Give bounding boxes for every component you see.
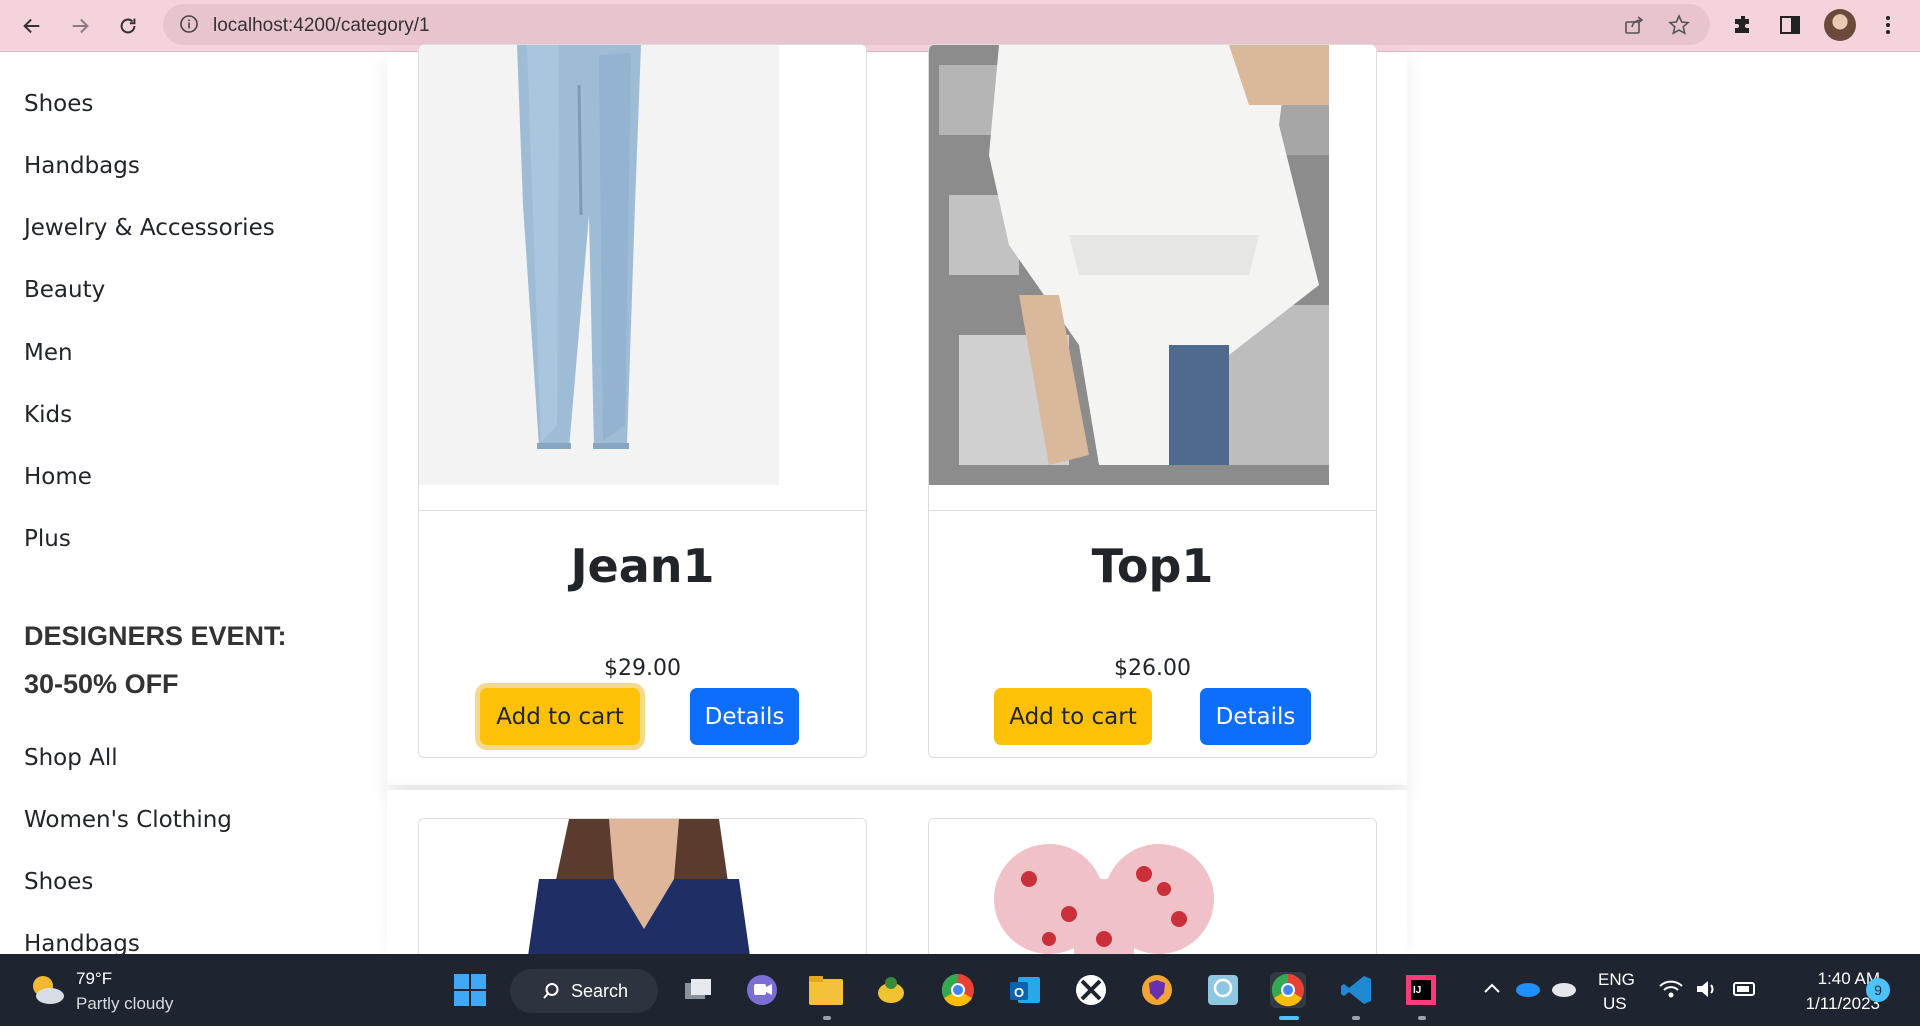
sidebar-item-womens-clothing[interactable]: Women's Clothing (24, 807, 232, 833)
product-price: $26.00 (1114, 656, 1191, 681)
svg-text:O: O (1014, 985, 1024, 1000)
profile-avatar[interactable] (1824, 9, 1856, 41)
app-running-indicator (1418, 1016, 1426, 1020)
remote-app-icon[interactable] (1205, 972, 1241, 1008)
chevron-up-icon[interactable] (1482, 978, 1502, 1003)
sidebar-item-handbags[interactable]: Handbags (24, 153, 140, 179)
info-icon[interactable] (179, 14, 199, 34)
product-grid-row-1: Jean1 $29.00 Add to cart Details Top1 $2… (387, 44, 1407, 785)
clock-date[interactable]: 1/11/2023 (1778, 994, 1880, 1014)
weather-icon[interactable] (28, 972, 66, 1008)
product-title: Top1 (1091, 539, 1214, 593)
card-divider (419, 510, 866, 511)
svg-text:IJ: IJ (1413, 985, 1421, 996)
extensions-icon[interactable] (1730, 12, 1756, 38)
sidebar-item-plus[interactable]: Plus (24, 526, 71, 552)
outlook-icon[interactable]: O (1007, 972, 1043, 1008)
card-divider (929, 510, 1376, 511)
product-title: Jean1 (570, 539, 715, 593)
designers-event-promo: DESIGNERS EVENT: 30-50% OFF (24, 612, 287, 708)
app-running-indicator (823, 1016, 831, 1020)
sidebar-item-kids[interactable]: Kids (24, 402, 72, 428)
sidebar-item-shoes-2[interactable]: Shoes (24, 869, 93, 895)
xbox-icon[interactable] (1073, 972, 1109, 1008)
wifi-icon[interactable] (1658, 978, 1684, 1005)
category-sidebar: Shoes Handbags Jewelry & Accessories Bea… (0, 52, 387, 954)
app-active-indicator (1279, 1016, 1299, 1020)
details-button[interactable]: Details (690, 688, 799, 745)
address-bar[interactable]: localhost:4200/category/1 (163, 4, 1710, 45)
product-price: $29.00 (604, 656, 681, 681)
vscode-icon[interactable] (1338, 972, 1374, 1008)
sidebar-item-jewelry-accessories[interactable]: Jewelry & Accessories (24, 215, 275, 241)
add-to-cart-button[interactable]: Add to cart (480, 688, 640, 745)
file-explorer-icon[interactable] (808, 972, 844, 1008)
back-button[interactable] (15, 9, 49, 43)
windows-taskbar: 79°F Partly cloudy Search O IJ ENG US 1:… (0, 954, 1920, 1026)
sidebar-item-men[interactable]: Men (24, 340, 73, 366)
arrow-right-icon (72, 18, 89, 34)
app-running-indicator (1352, 1016, 1360, 1020)
sidebar-item-beauty[interactable]: Beauty (24, 277, 105, 303)
reload-icon (120, 18, 136, 34)
more-menu-icon[interactable] (1875, 12, 1901, 38)
promo-line-1: DESIGNERS EVENT: (24, 621, 287, 651)
vpn-shield-icon[interactable] (1139, 972, 1175, 1008)
search-label: Search (571, 981, 629, 1001)
genie-app-icon[interactable] (873, 972, 909, 1008)
add-to-cart-button[interactable]: Add to cart (994, 688, 1152, 745)
region-indicator[interactable]: US (1603, 994, 1627, 1014)
task-view-icon[interactable] (680, 972, 716, 1008)
product-grid-row-2 (387, 790, 1407, 1018)
taskbar-search[interactable]: Search (510, 969, 658, 1013)
chrome-icon[interactable] (940, 972, 976, 1008)
teams-chat-icon[interactable] (744, 972, 780, 1008)
url-text[interactable]: localhost:4200/category/1 (213, 15, 430, 37)
product-card-top1: Top1 $26.00 Add to cart Details (928, 44, 1377, 758)
cloud-icon[interactable] (1550, 978, 1578, 1003)
bookmark-star-icon[interactable] (1668, 14, 1690, 36)
sidebar-item-handbags-2[interactable]: Handbags (24, 931, 140, 954)
sidebar-item-shoes[interactable]: Shoes (24, 91, 93, 117)
volume-icon[interactable] (1694, 978, 1720, 1005)
share-icon[interactable] (1623, 14, 1645, 36)
onedrive-icon[interactable] (1514, 978, 1542, 1003)
language-indicator[interactable]: ENG (1598, 970, 1635, 990)
sidebar-item-home[interactable]: Home (24, 464, 92, 490)
sidebar-item-shop-all[interactable]: Shop All (24, 745, 118, 771)
weather-desc[interactable]: Partly cloudy (76, 994, 173, 1014)
windows-start-icon[interactable] (452, 972, 488, 1008)
forward-button[interactable] (63, 9, 97, 43)
product-card-jean1: Jean1 $29.00 Add to cart Details (418, 44, 867, 758)
promo-line-2: 30-50% OFF (24, 669, 179, 699)
battery-icon[interactable] (1730, 978, 1758, 1005)
search-icon (543, 983, 559, 999)
notification-badge[interactable]: 9 (1866, 978, 1890, 1002)
chrome-profile-icon[interactable] (1270, 972, 1306, 1008)
reload-button[interactable] (111, 9, 145, 43)
arrow-left-icon (23, 18, 40, 34)
details-button[interactable]: Details (1200, 688, 1311, 745)
jeans-image[interactable] (419, 45, 866, 485)
intellij-icon[interactable]: IJ (1403, 972, 1439, 1008)
weather-temp[interactable]: 79°F (76, 969, 112, 989)
side-panel-icon[interactable] (1777, 12, 1803, 38)
white-top-image[interactable] (929, 45, 1376, 485)
